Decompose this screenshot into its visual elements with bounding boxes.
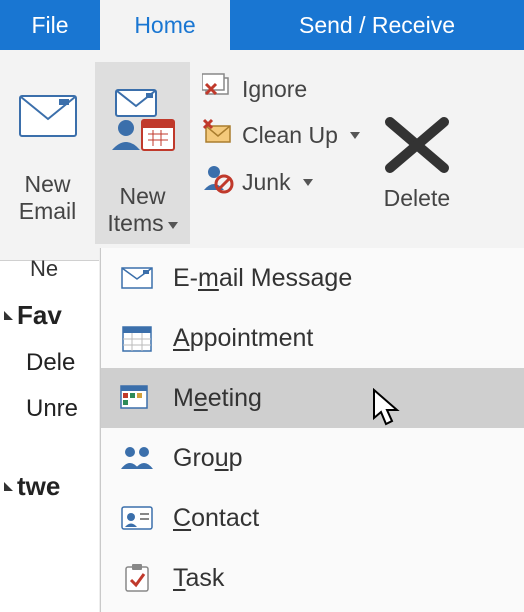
junk-icon <box>202 164 234 200</box>
tab-bar: File Home Send / Receive <box>0 0 524 50</box>
ribbon: New Email <box>0 50 524 261</box>
new-items-icon <box>108 84 178 160</box>
clean-up-label: Clean Up <box>242 122 338 149</box>
collapse-caret-icon <box>4 311 13 320</box>
new-email-label-2: Email <box>19 198 77 224</box>
ignore-icon <box>202 72 234 106</box>
new-email-label-1: New <box>24 171 70 197</box>
menu-task[interactable]: Task <box>101 548 524 608</box>
clean-group: Ignore Clean Up <box>190 62 368 260</box>
tab-send-receive[interactable]: Send / Receive <box>230 0 524 50</box>
meeting-icon <box>119 383 155 413</box>
new-email-button[interactable]: New Email <box>0 62 95 232</box>
tab-home[interactable]: Home <box>100 0 230 50</box>
menu-contact[interactable]: Contact <box>101 488 524 548</box>
dropdown-caret-icon <box>303 179 313 186</box>
ignore-button[interactable]: Ignore <box>202 72 360 106</box>
new-items-menu: E-mail Message Appointment Meeting Group… <box>100 248 524 612</box>
tab-file[interactable]: File <box>0 0 100 50</box>
ignore-label: Ignore <box>242 76 307 103</box>
delete-button[interactable]: Delete <box>368 62 456 260</box>
delete-icon <box>378 110 456 185</box>
mail-icon <box>119 267 155 289</box>
calendar-icon <box>119 324 155 352</box>
clean-up-icon <box>202 118 234 152</box>
dropdown-caret-icon <box>350 132 360 139</box>
new-items-label-2: Items <box>107 210 163 236</box>
new-items-button[interactable]: New Items <box>95 62 190 244</box>
group-icon <box>119 445 155 471</box>
new-items-label-1: New <box>119 183 165 209</box>
dropdown-caret-icon <box>168 222 178 229</box>
junk-label: Junk <box>242 169 291 196</box>
clean-up-button[interactable]: Clean Up <box>202 118 360 152</box>
delete-label: Delete <box>384 185 450 212</box>
collapse-caret-icon <box>4 482 13 491</box>
menu-appointment[interactable]: Appointment <box>101 308 524 368</box>
menu-email-message[interactable]: E-mail Message <box>101 248 524 308</box>
task-icon <box>119 563 155 593</box>
junk-button[interactable]: Junk <box>202 164 360 200</box>
mail-icon <box>19 62 77 171</box>
contact-icon <box>119 506 155 530</box>
menu-meeting[interactable]: Meeting <box>101 368 524 428</box>
menu-group[interactable]: Group <box>101 428 524 488</box>
